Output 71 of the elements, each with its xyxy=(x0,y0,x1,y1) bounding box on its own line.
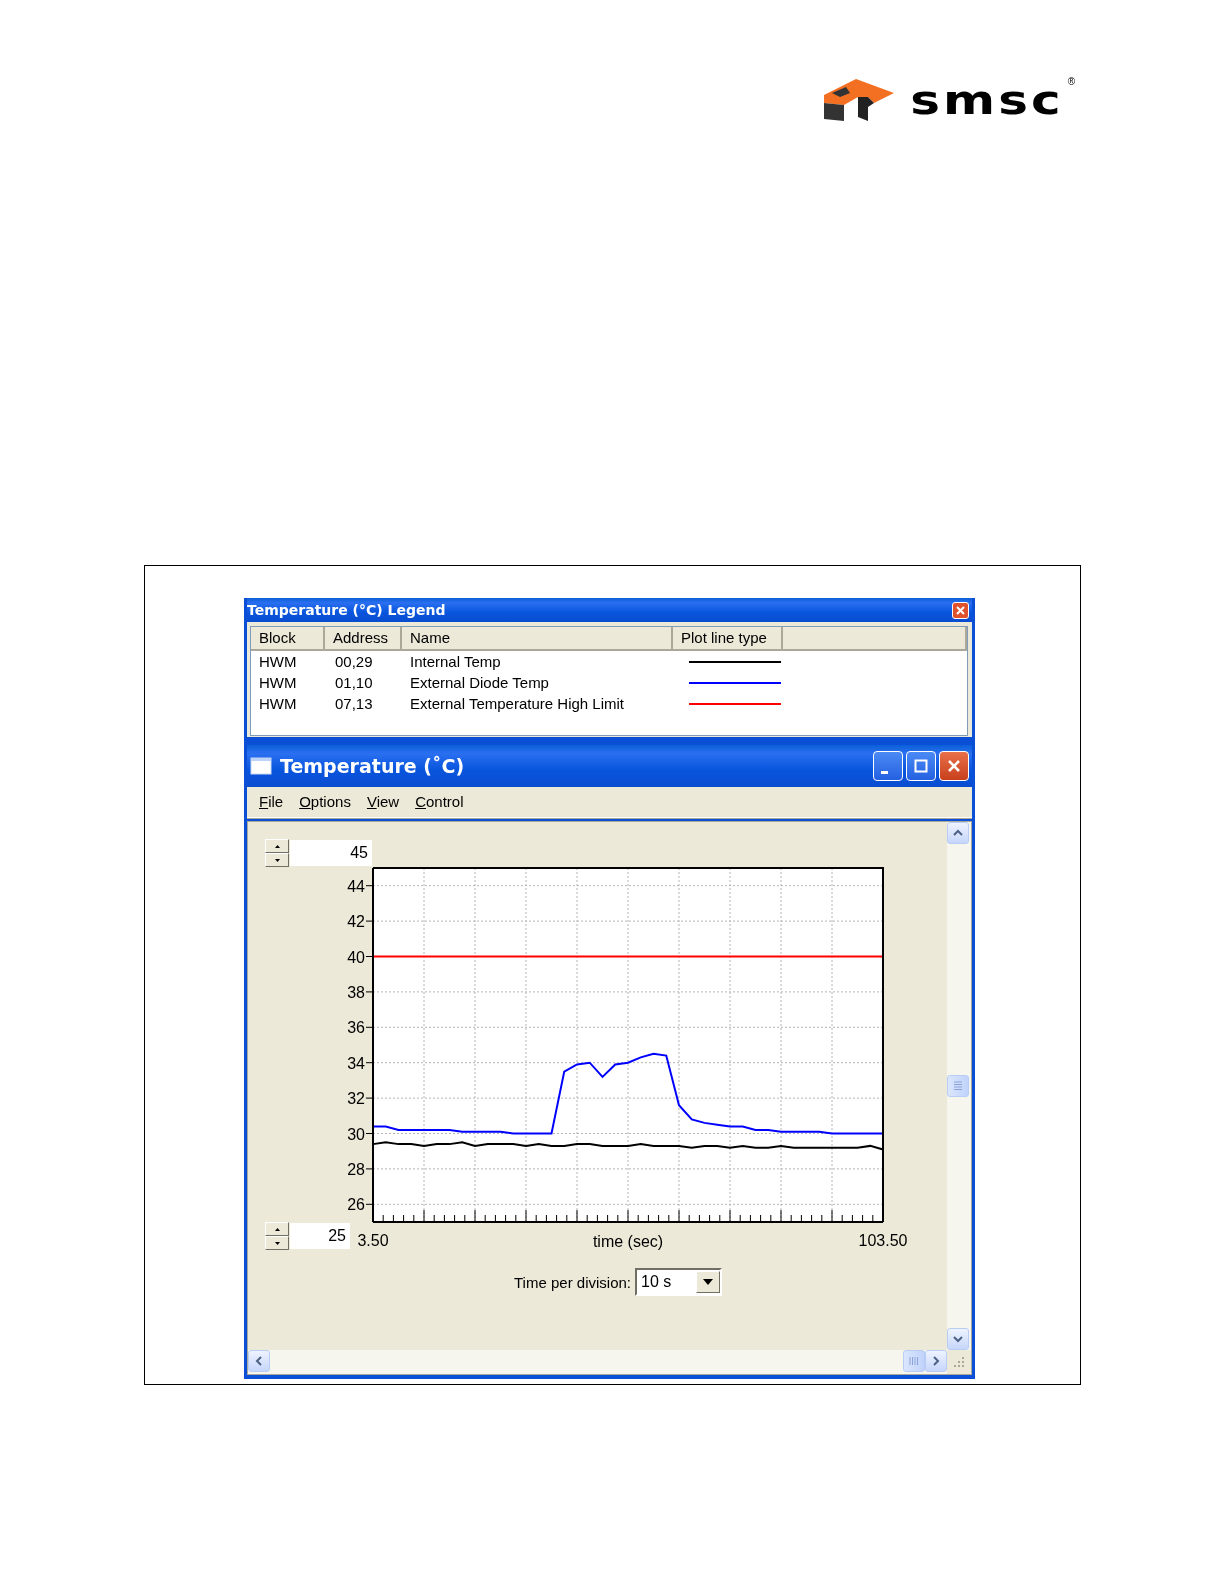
scroll-down-button[interactable] xyxy=(947,1328,969,1350)
tick-label: 36 xyxy=(347,1019,365,1037)
chevron-right-icon xyxy=(931,1356,941,1366)
tick-label: 44 xyxy=(347,877,365,895)
tick-label: 42 xyxy=(347,913,365,931)
menu-item[interactable]: View xyxy=(358,792,408,812)
table-cell-text: HWM xyxy=(259,674,298,691)
spin-down-button[interactable] xyxy=(265,853,289,867)
close-button[interactable] xyxy=(952,601,969,619)
chevron-left-icon xyxy=(254,1356,264,1366)
tick-label: 3.50 xyxy=(357,1232,389,1249)
menu-item[interactable]: Control xyxy=(407,792,472,812)
table-cell-text: 00,29 xyxy=(335,653,374,670)
spin-up-button[interactable] xyxy=(265,1222,289,1236)
arrow-icon xyxy=(274,1241,280,1245)
tick-label: 40 xyxy=(347,948,365,966)
horizontal-scrollbar[interactable] xyxy=(248,1350,947,1374)
scroll-thumb[interactable] xyxy=(903,1350,925,1372)
time-division-dropdown[interactable]: 10 s xyxy=(635,1268,722,1296)
spin-up-button[interactable] xyxy=(265,839,289,853)
tick-label: 30 xyxy=(347,1125,365,1143)
registered-mark: ® xyxy=(1067,76,1075,87)
maximize-icon xyxy=(914,759,928,773)
close-icon xyxy=(947,759,961,773)
resize-grip-icon[interactable] xyxy=(953,1356,965,1368)
menu-item[interactable]: File xyxy=(251,792,292,812)
tick-label: 34 xyxy=(347,1054,365,1072)
scroll-thumb[interactable] xyxy=(947,1075,969,1097)
vertical-scrollbar[interactable] xyxy=(947,822,971,1350)
arrow-icon xyxy=(274,844,280,848)
axis-label: time (sec) xyxy=(592,1233,664,1250)
tick-label: 103.50 xyxy=(858,1232,908,1249)
tick-label: 38 xyxy=(347,983,365,1001)
caret-icon xyxy=(703,1279,713,1285)
column-header[interactable]: Block xyxy=(251,627,325,651)
table-cell-text: 01,10 xyxy=(335,674,374,691)
tick-label: 26 xyxy=(347,1196,365,1214)
table-cell-text: External Diode Temp xyxy=(410,674,550,691)
maximize-button[interactable] xyxy=(906,751,936,781)
scroll-left-button[interactable] xyxy=(248,1350,270,1372)
field-label: Time per division: xyxy=(514,1273,631,1291)
scroll-right-button[interactable] xyxy=(925,1350,947,1372)
logo-wordmark: smsc xyxy=(910,80,1064,120)
spin-field[interactable]: 45 xyxy=(289,839,373,867)
table-cell-text: External Temperature High Limit xyxy=(410,695,625,712)
chevron-down-icon xyxy=(953,1334,963,1344)
column-header[interactable]: Plot line type xyxy=(673,627,783,651)
minimize-button[interactable] xyxy=(873,751,903,781)
table-cell-text: 07,13 xyxy=(335,695,374,712)
window-title: Temperature (°C) Legend xyxy=(247,602,446,618)
chevron-up-icon xyxy=(953,828,963,838)
arrow-icon xyxy=(274,858,280,862)
table-cell-text: Internal Temp xyxy=(410,653,502,670)
window-icon xyxy=(250,757,272,775)
tick-label: 32 xyxy=(347,1090,365,1108)
column-header[interactable]: Address xyxy=(325,627,402,651)
column-header[interactable]: Name xyxy=(402,627,673,651)
arrow-icon xyxy=(274,1227,280,1231)
grip-icon xyxy=(909,1356,919,1366)
table-cell-text: HWM xyxy=(259,653,298,670)
close-button[interactable] xyxy=(939,751,969,781)
spin-field[interactable]: 25 xyxy=(289,1222,351,1250)
minimize-icon xyxy=(881,771,888,774)
grip-icon xyxy=(953,1081,963,1091)
tick-label: 28 xyxy=(347,1160,365,1178)
menu-item[interactable]: Options xyxy=(291,792,359,812)
scroll-up-button[interactable] xyxy=(947,822,969,844)
spin-down-button[interactable] xyxy=(265,1236,289,1250)
table-cell-text: HWM xyxy=(259,695,298,712)
window-title: Temperature (˚C) xyxy=(280,755,466,777)
close-icon xyxy=(956,605,965,615)
